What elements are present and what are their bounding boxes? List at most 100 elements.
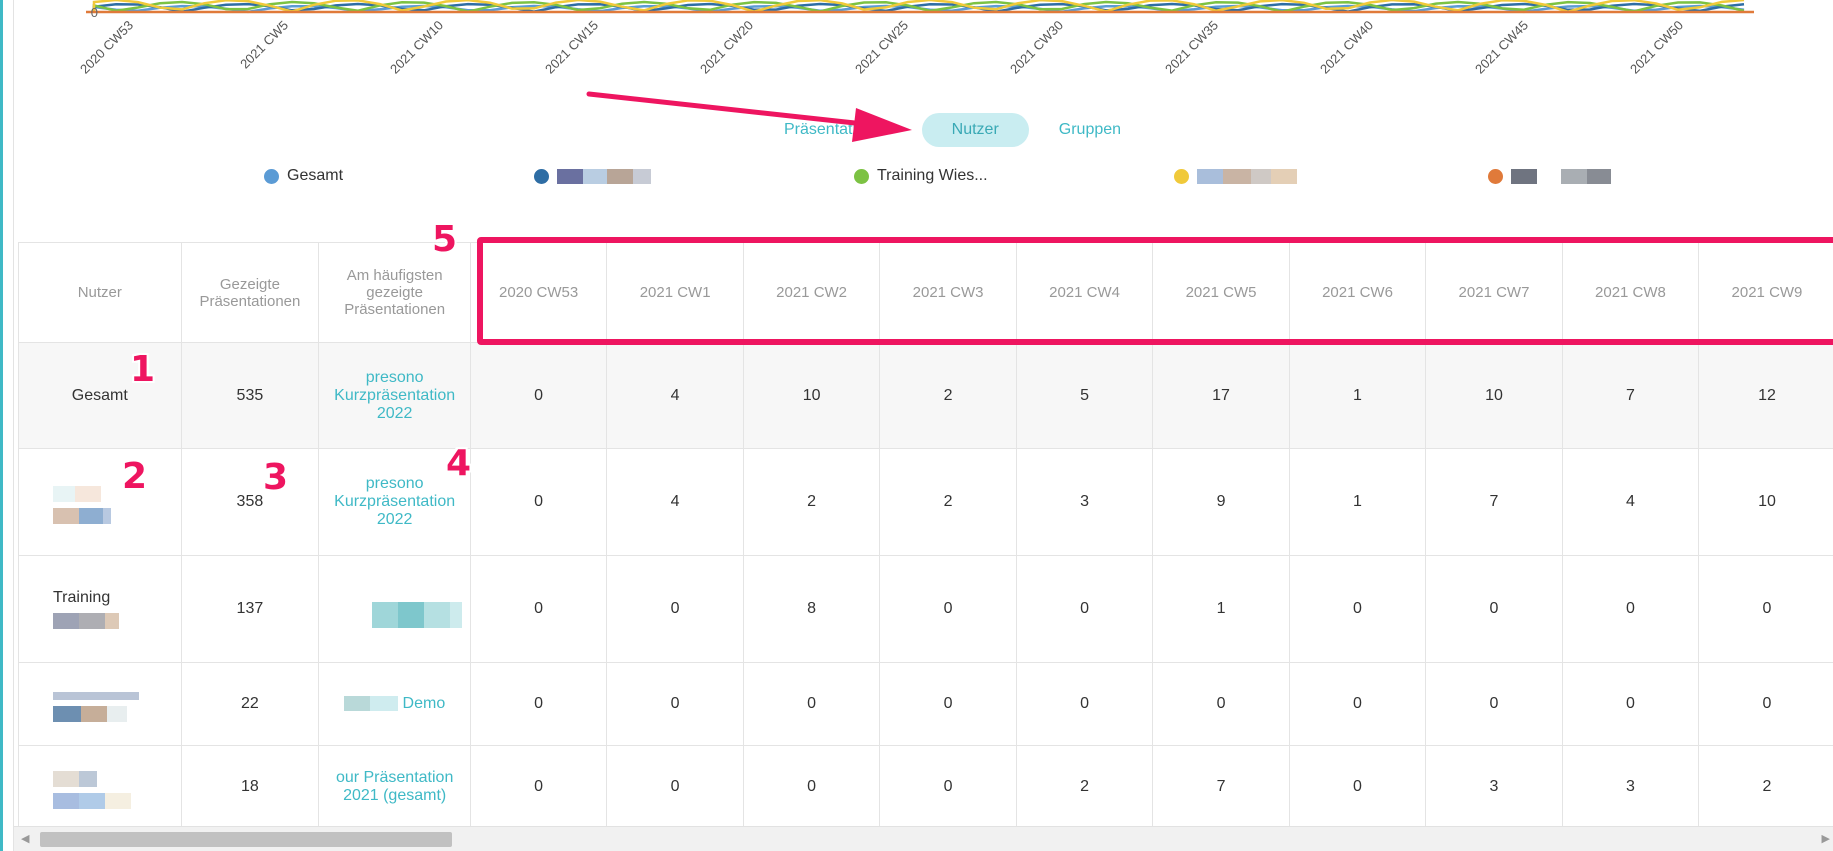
shown-count-cell: 535 [180, 342, 320, 449]
week-count-cell: 2 [879, 448, 1018, 556]
annotation-number-1: 1 [130, 349, 156, 390]
legend-label: Gesamt [287, 167, 344, 184]
week-count-cell: 10 [1425, 342, 1563, 449]
redacted-name-icon [607, 168, 633, 184]
header-shown-presentations[interactable]: Gezeigte Präsentationen [180, 242, 320, 343]
redacted-title-icon [424, 602, 451, 628]
week-count-cell: 17 [1152, 342, 1291, 449]
redacted-name-icon [53, 692, 139, 700]
redacted-title-icon [450, 602, 463, 628]
week-count-cell: 7 [1152, 745, 1291, 829]
redacted-name-icon [53, 508, 111, 524]
series-line [92, 0, 1745, 13]
redacted-name-icon [1537, 168, 1561, 184]
tab-groups[interactable]: Gruppen [1029, 113, 1151, 147]
annotation-number-5: 5 [432, 219, 458, 260]
week-count-cell: 0 [1152, 662, 1291, 746]
x-axis-tick-label: 2021 CW5 [237, 18, 291, 72]
scrollbar-thumb[interactable] [40, 832, 452, 847]
week-count-cell: 0 [1289, 745, 1426, 829]
legend-item-total[interactable]: Gesamt [264, 164, 534, 188]
legend-dot-icon [854, 168, 869, 184]
week-count-cell: 0 [879, 662, 1018, 746]
legend-dot-icon [1174, 168, 1189, 184]
week-count-cell: 12 [1697, 342, 1833, 449]
y-axis-zero-label: 0 [91, 5, 98, 20]
most-shown-link[interactable]: our Präsentation 2021 (gesamt) [318, 745, 472, 829]
week-count-cell: 0 [470, 555, 608, 663]
redacted-name-icon [53, 793, 131, 809]
week-count-cell: 0 [1697, 662, 1833, 746]
week-count-cell: 9 [1152, 448, 1291, 556]
view-toggle: Präsentationen Nutzer Gruppen [754, 112, 1151, 148]
user-cell: Gesamt [18, 342, 182, 449]
x-axis-tick-label: 2021 CW20 [697, 18, 756, 77]
x-axis-tick-label: 2021 CW25 [852, 18, 911, 77]
most-shown-link[interactable] [318, 555, 472, 663]
x-axis-tick-label: 2021 CW40 [1317, 18, 1376, 77]
x-axis-tick-label: 2021 CW15 [542, 18, 601, 77]
chart-svg: 0 2020 CW53 2021 CW5 2021 CW10 2021 CW15 202… [77, 0, 1754, 77]
header-user[interactable]: Nutzer [18, 242, 182, 343]
shown-count-cell: 18 [180, 745, 320, 829]
redacted-title-icon [372, 602, 399, 628]
week-count-cell: 4 [606, 342, 745, 449]
link-text: Demo [402, 695, 446, 712]
week-count-cell: 0 [1289, 662, 1426, 746]
week-count-cell: 0 [470, 448, 608, 556]
tab-presentations[interactable]: Präsentationen [754, 113, 922, 147]
week-count-cell: 2 [1016, 745, 1154, 829]
chart-legend: Gesamt Training Wies... [264, 164, 1664, 188]
legend-item-user-3[interactable] [1174, 164, 1488, 188]
scroll-right-icon[interactable]: ▶ [1822, 831, 1830, 847]
scroll-left-icon[interactable]: ◀ [21, 831, 29, 847]
redacted-name-icon [1561, 168, 1587, 184]
legend-item-user-4[interactable] [1488, 164, 1658, 188]
week-count-cell: 5 [1016, 342, 1154, 449]
legend-label: Training Wies... [877, 167, 988, 184]
week-count-cell: 8 [743, 555, 881, 663]
redacted-name-icon [53, 613, 119, 629]
week-count-cell: 4 [606, 448, 745, 556]
annotation-number-4: 4 [446, 443, 472, 484]
most-shown-link[interactable]: Demo [318, 662, 472, 746]
table-row: Training 137 0 0 8 0 0 1 0 0 0 0 [18, 555, 1833, 663]
redacted-name-icon [1511, 168, 1537, 184]
week-count-cell: 0 [470, 342, 608, 449]
redacted-name-icon [1223, 168, 1251, 184]
week-count-cell: 10 [1697, 448, 1833, 556]
legend-item-training[interactable]: Training Wies... [854, 164, 1174, 188]
week-count-cell: 10 [743, 342, 881, 449]
x-axis-tick-label: 2021 CW45 [1472, 18, 1531, 77]
annotation-number-2: 2 [122, 456, 148, 497]
week-count-cell: 2 [879, 342, 1018, 449]
redacted-name-icon [557, 168, 583, 184]
week-count-cell: 0 [1561, 555, 1699, 663]
legend-dot-icon [534, 168, 549, 184]
redacted-name-icon [53, 771, 97, 787]
tab-users[interactable]: Nutzer [921, 113, 1029, 147]
week-count-cell: 0 [1016, 662, 1154, 746]
week-count-cell: 0 [879, 555, 1018, 663]
week-count-cell: 1 [1289, 448, 1426, 556]
redacted-title-icon [370, 696, 399, 712]
week-count-cell: 7 [1561, 342, 1699, 449]
week-count-cell: 7 [1425, 448, 1563, 556]
week-count-cell: 0 [743, 745, 881, 829]
report-content: 0 2020 CW53 2021 CW5 2021 CW10 2021 CW15 202… [13, 0, 1833, 851]
week-count-cell: 0 [470, 745, 608, 829]
week-count-cell: 0 [1697, 555, 1833, 663]
week-count-cell: 2 [743, 448, 881, 556]
x-axis-tick-label: 2021 CW30 [1007, 18, 1066, 77]
shown-count-cell: 22 [180, 662, 320, 746]
user-cell [18, 448, 182, 556]
week-count-cell: 0 [606, 555, 745, 663]
most-shown-link[interactable]: presono Kurzpräsentation 2022 [318, 342, 472, 449]
week-count-cell: 0 [606, 745, 745, 829]
legend-dot-icon [1488, 168, 1503, 184]
week-count-cell: 4 [1561, 448, 1699, 556]
user-cell [18, 745, 182, 829]
x-axis-tick-label: 2021 CW50 [1627, 18, 1686, 77]
legend-item-user-1[interactable] [534, 164, 854, 188]
horizontal-scrollbar[interactable]: ◀ ▶ [14, 826, 1833, 851]
